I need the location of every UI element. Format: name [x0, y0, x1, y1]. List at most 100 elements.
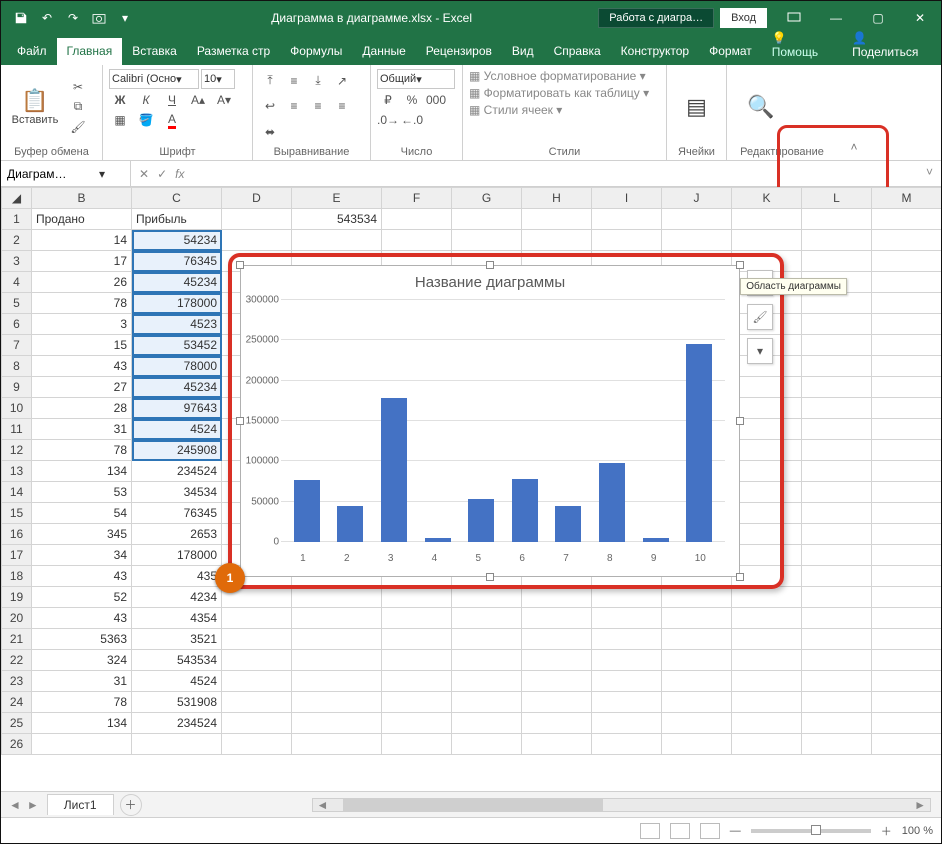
zoom-percent[interactable]: 100 %	[902, 825, 933, 837]
currency-icon[interactable]: ₽	[377, 91, 399, 109]
table-row[interactable]: 23314524	[2, 671, 942, 692]
grow-font-icon[interactable]: A▴	[187, 91, 209, 109]
expand-formula-icon[interactable]: ˅	[918, 161, 941, 186]
chart-title[interactable]: Название диаграммы	[241, 266, 739, 291]
comma-icon[interactable]: 000	[425, 91, 447, 109]
resize-handle[interactable]	[736, 417, 744, 425]
font-size-select[interactable]: 10 ▾	[201, 69, 235, 89]
row-header[interactable]: 23	[2, 671, 32, 692]
resize-handle[interactable]	[486, 261, 494, 269]
cell-styles-button[interactable]: ▦ Стили ячеек ▾	[469, 103, 562, 117]
confirm-entry-icon[interactable]: ✓	[157, 167, 167, 181]
wrap-text-icon[interactable]: ↩	[259, 97, 281, 115]
tab-insert[interactable]: Вставка	[122, 38, 187, 65]
resize-handle[interactable]	[236, 261, 244, 269]
tab-view[interactable]: Вид	[502, 38, 544, 65]
redo-icon[interactable]: ↷	[63, 8, 83, 28]
table-row[interactable]: 2153633521	[2, 629, 942, 650]
fx-icon[interactable]: fx	[175, 167, 184, 181]
zoom-in-icon[interactable]: ＋	[881, 823, 892, 839]
align-center-icon[interactable]: ≡	[307, 97, 329, 115]
table-row[interactable]: 2478531908	[2, 692, 942, 713]
row-header[interactable]: 20	[2, 608, 32, 629]
orientation-icon[interactable]: ↗	[331, 72, 353, 90]
tab-design[interactable]: Конструктор	[611, 38, 699, 65]
row-header[interactable]: 14	[2, 482, 32, 503]
paste-button[interactable]: 📋 Вставить	[7, 77, 63, 137]
zoom-out-icon[interactable]: —	[730, 825, 741, 837]
row-header[interactable]: 16	[2, 524, 32, 545]
row-header[interactable]: 8	[2, 356, 32, 377]
tab-data[interactable]: Данные	[352, 38, 415, 65]
table-row[interactable]: 19524234	[2, 587, 942, 608]
percent-icon[interactable]: %	[401, 91, 423, 109]
normal-view-icon[interactable]	[640, 823, 660, 839]
bold-button[interactable]: Ж	[109, 91, 131, 109]
chart-filter-icon[interactable]: ▾	[747, 338, 773, 364]
table-row[interactable]: 22324543534	[2, 650, 942, 671]
italic-button[interactable]: К	[135, 91, 157, 109]
chart-object[interactable]: Название диаграммы 050000100000150000200…	[240, 265, 740, 577]
resize-handle[interactable]	[236, 417, 244, 425]
chart-styles-icon[interactable]: 🖌	[747, 304, 773, 330]
name-box[interactable]	[5, 166, 95, 182]
format-painter-icon[interactable]: 🖌	[67, 118, 89, 136]
qat-dropdown-icon[interactable]: ▾	[115, 8, 135, 28]
tab-format[interactable]: Формат	[699, 38, 762, 65]
share-button[interactable]: 👤 Поделиться	[842, 25, 941, 65]
align-left-icon[interactable]: ≡	[283, 97, 305, 115]
align-bottom-icon[interactable]: ⤓	[307, 72, 329, 90]
chart-bar[interactable]	[337, 506, 363, 542]
row-header[interactable]: 4	[2, 272, 32, 293]
chart-bar[interactable]	[599, 463, 625, 542]
chart-bar[interactable]	[686, 344, 712, 542]
font-color-icon[interactable]: A	[161, 111, 183, 129]
row-header[interactable]: 5	[2, 293, 32, 314]
row-header[interactable]: 13	[2, 461, 32, 482]
signin-button[interactable]: Вход	[720, 8, 767, 28]
cancel-entry-icon[interactable]: ✕	[139, 167, 149, 181]
cells-button[interactable]: ▤	[673, 77, 720, 137]
row-header[interactable]: 21	[2, 629, 32, 650]
inc-decimal-icon[interactable]: .0→	[377, 111, 399, 129]
underline-button[interactable]: Ч	[161, 91, 183, 109]
row-header[interactable]: 7	[2, 335, 32, 356]
row-header[interactable]: 22	[2, 650, 32, 671]
formula-input[interactable]	[192, 161, 918, 186]
row-header[interactable]: 10	[2, 398, 32, 419]
chart-bar[interactable]	[555, 506, 581, 542]
row-header[interactable]: 12	[2, 440, 32, 461]
align-middle-icon[interactable]: ≡	[283, 72, 305, 90]
collapse-ribbon-icon[interactable]: ˄	[837, 65, 871, 160]
table-row[interactable]: 21454234	[2, 230, 942, 251]
resize-handle[interactable]	[486, 573, 494, 581]
chart-bar[interactable]	[643, 538, 669, 542]
font-name-select[interactable]: Calibri (Осно ▾	[109, 69, 199, 89]
chart-bar[interactable]	[425, 538, 451, 542]
dec-decimal-icon[interactable]: ←.0	[401, 111, 423, 129]
row-header[interactable]: 11	[2, 419, 32, 440]
row-header[interactable]: 6	[2, 314, 32, 335]
chart-bar[interactable]	[512, 479, 538, 542]
tab-home[interactable]: Главная	[57, 38, 123, 65]
format-table-button[interactable]: ▦ Форматировать как таблицу ▾	[469, 86, 649, 100]
tab-pagelayout[interactable]: Разметка стр	[187, 38, 280, 65]
copy-icon[interactable]: ⧉	[67, 98, 89, 116]
resize-handle[interactable]	[736, 261, 744, 269]
column-headers[interactable]: ◢ B C D E F G H I J K L M	[2, 188, 942, 209]
shrink-font-icon[interactable]: A▾	[213, 91, 235, 109]
sheet-next-icon[interactable]: ►	[27, 798, 39, 812]
row-header[interactable]: 18	[2, 566, 32, 587]
merge-icon[interactable]: ⬌	[259, 123, 281, 141]
row-header[interactable]: 2	[2, 230, 32, 251]
context-tab[interactable]: Работа с диагра…	[598, 8, 714, 28]
page-break-view-icon[interactable]	[700, 823, 720, 839]
save-icon[interactable]	[11, 8, 31, 28]
chart-bar[interactable]	[381, 398, 407, 542]
number-format-select[interactable]: Общий ▾	[377, 69, 455, 89]
zoom-slider[interactable]	[751, 829, 871, 833]
tab-file[interactable]: Файл	[7, 38, 57, 65]
row-header[interactable]: 17	[2, 545, 32, 566]
worksheet-grid[interactable]: ◢ B C D E F G H I J K L M 1ПроданоПрибыл…	[1, 187, 941, 791]
tab-formulas[interactable]: Формулы	[280, 38, 352, 65]
